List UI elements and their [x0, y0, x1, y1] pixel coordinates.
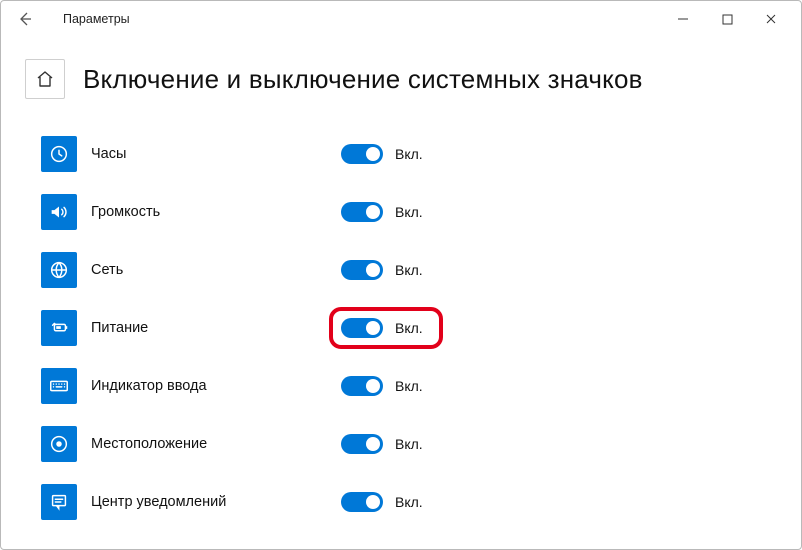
- home-icon: [35, 69, 55, 89]
- toggle-state-label: Вкл.: [395, 204, 423, 220]
- setting-label: Питание: [91, 320, 321, 336]
- setting-row-power: Питание Вкл.: [41, 299, 801, 357]
- toggle-wrap: Вкл.: [341, 144, 423, 164]
- keyboard-icon: [41, 368, 77, 404]
- back-button[interactable]: [11, 5, 39, 33]
- toggle-volume[interactable]: [341, 202, 383, 222]
- volume-icon: [41, 194, 77, 230]
- toggle-state-label: Вкл.: [395, 320, 423, 336]
- toggle-wrap: Вкл.: [341, 318, 423, 338]
- setting-row-input: Индикатор ввода Вкл.: [41, 357, 801, 415]
- toggle-network[interactable]: [341, 260, 383, 280]
- titlebar: Параметры: [1, 1, 801, 37]
- toggle-power[interactable]: [341, 318, 383, 338]
- toggle-input[interactable]: [341, 376, 383, 396]
- setting-label: Индикатор ввода: [91, 378, 321, 394]
- toggle-clock[interactable]: [341, 144, 383, 164]
- setting-label: Местоположение: [91, 436, 321, 452]
- page-title: Включение и выключение системных значков: [83, 64, 643, 95]
- setting-row-location: Местоположение Вкл.: [41, 415, 801, 473]
- action-icon: [41, 484, 77, 520]
- back-arrow-icon: [17, 11, 33, 27]
- globe-icon: [41, 252, 77, 288]
- settings-list: Часы Вкл. Громкость Вкл. Сеть Вкл. Питание Вкл.…: [1, 107, 801, 531]
- toggle-wrap: Вкл.: [341, 260, 423, 280]
- clock-icon: [41, 136, 77, 172]
- window-chrome: [661, 5, 801, 33]
- maximize-icon: [722, 14, 733, 25]
- setting-row-clock: Часы Вкл.: [41, 125, 801, 183]
- toggle-state-label: Вкл.: [395, 494, 423, 510]
- toggle-state-label: Вкл.: [395, 146, 423, 162]
- toggle-wrap: Вкл.: [341, 434, 423, 454]
- close-button[interactable]: [749, 5, 793, 33]
- toggle-location[interactable]: [341, 434, 383, 454]
- toggle-wrap: Вкл.: [341, 492, 423, 512]
- toggle-wrap: Вкл.: [341, 202, 423, 222]
- setting-row-network: Сеть Вкл.: [41, 241, 801, 299]
- toggle-action[interactable]: [341, 492, 383, 512]
- toggle-state-label: Вкл.: [395, 262, 423, 278]
- setting-label: Громкость: [91, 204, 321, 220]
- settings-window: Параметры Включение и выключение системн…: [0, 0, 802, 550]
- setting-row-action: Центр уведомлений Вкл.: [41, 473, 801, 531]
- minimize-button[interactable]: [661, 5, 705, 33]
- window-title: Параметры: [63, 12, 130, 26]
- location-icon: [41, 426, 77, 462]
- setting-row-volume: Громкость Вкл.: [41, 183, 801, 241]
- toggle-state-label: Вкл.: [395, 378, 423, 394]
- minimize-icon: [677, 13, 689, 25]
- power-icon: [41, 310, 77, 346]
- close-icon: [765, 13, 777, 25]
- toggle-wrap: Вкл.: [341, 376, 423, 396]
- maximize-button[interactable]: [705, 5, 749, 33]
- setting-label: Часы: [91, 146, 321, 162]
- toggle-state-label: Вкл.: [395, 436, 423, 452]
- setting-label: Сеть: [91, 262, 321, 278]
- home-button[interactable]: [25, 59, 65, 99]
- setting-label: Центр уведомлений: [91, 494, 321, 510]
- page-header: Включение и выключение системных значков: [1, 37, 801, 107]
